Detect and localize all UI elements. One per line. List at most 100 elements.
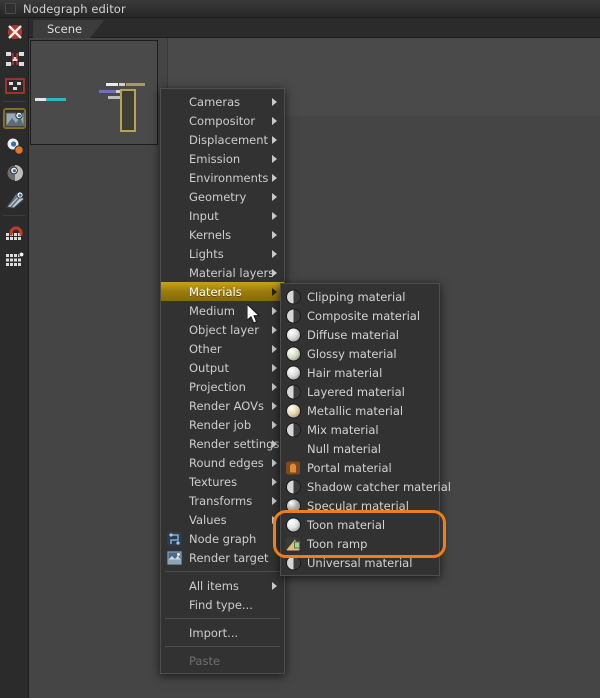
chevron-right-icon (272, 306, 277, 315)
chevron-right-icon (272, 458, 277, 467)
menu-item-render-target[interactable]: Render target (161, 548, 284, 567)
sphere-icon (287, 328, 300, 341)
window-title: Nodegraph editor (23, 1, 126, 16)
menu-item-render-aovs[interactable]: Render AOVs (161, 396, 284, 415)
menu-item-label: Projection (189, 379, 246, 394)
submenu-item-clipping-material[interactable]: Clipping material (281, 287, 439, 306)
toolbar-button-paint-preview[interactable] (0, 186, 29, 213)
submenu-item-diffuse-material[interactable]: Diffuse material (281, 325, 439, 344)
menu-item-label: Other (189, 341, 222, 356)
submenu-item-label: Metallic material (307, 403, 404, 418)
menu-item-geometry[interactable]: Geometry (161, 187, 284, 206)
half-sphere-icon (287, 309, 300, 322)
chevron-right-icon (272, 287, 277, 296)
menu-item-input[interactable]: Input (161, 206, 284, 225)
chevron-right-icon (272, 173, 277, 182)
submenu-item-composite-material[interactable]: Composite material (281, 306, 439, 325)
menu-item-render-settings[interactable]: Render settings (161, 434, 284, 453)
half-sphere-icon (287, 480, 300, 493)
submenu-item-label: Portal material (307, 460, 392, 475)
sphere-icon (287, 366, 300, 379)
menu-item-projection[interactable]: Projection (161, 377, 284, 396)
chevron-right-icon (272, 211, 277, 220)
window-titlebar: Nodegraph editor (0, 0, 600, 18)
menu-item-emission[interactable]: Emission (161, 149, 284, 168)
menu-item-label: Node graph (189, 531, 257, 546)
menu-item-import[interactable]: Import... (161, 623, 284, 642)
half-sphere-icon (287, 423, 300, 436)
menu-item-label: Kernels (189, 227, 232, 242)
submenu-item-specular-material[interactable]: Specular material (281, 496, 439, 515)
submenu-item-label: Diffuse material (307, 327, 399, 342)
menu-item-render-job[interactable]: Render job (161, 415, 284, 434)
menu-item-object-layer[interactable]: Object layer (161, 320, 284, 339)
sphere-preview-icon (4, 163, 25, 182)
menu-item-label: Materials (189, 284, 242, 299)
chevron-right-icon (272, 496, 277, 505)
toolbar-button-snap-magnet[interactable] (0, 219, 29, 246)
chevron-right-icon (272, 97, 277, 106)
node-stub (119, 83, 125, 86)
menu-item-kernels[interactable]: Kernels (161, 225, 284, 244)
menu-item-label: Input (189, 208, 219, 223)
checkbox-icon[interactable] (5, 3, 16, 14)
menu-item-values[interactable]: Values (161, 510, 284, 529)
toolbar-button-material-preview[interactable] (0, 132, 29, 159)
selected-node-box[interactable] (120, 89, 136, 132)
left-toolbar (0, 18, 29, 698)
submenu-item-toon-ramp[interactable]: Toon ramp (281, 534, 439, 553)
submenu-item-portal-material[interactable]: Portal material (281, 458, 439, 477)
submenu-item-hair-material[interactable]: Hair material (281, 363, 439, 382)
submenu-item-layered-material[interactable]: Layered material (281, 382, 439, 401)
nodegraph-view[interactable] (30, 40, 158, 145)
menu-item-displacement[interactable]: Displacement (161, 130, 284, 149)
submenu-item-metallic-material[interactable]: Metallic material (281, 401, 439, 420)
toolbar-button-select-nodes[interactable] (0, 72, 29, 99)
chevron-right-icon (272, 116, 277, 125)
submenu-item-null-material[interactable]: Null material (281, 439, 439, 458)
menu-item-label: Render target (189, 550, 269, 565)
tab-scene[interactable]: Scene (33, 20, 104, 38)
submenu-item-glossy-material[interactable]: Glossy material (281, 344, 439, 363)
toolbar-button-grid[interactable] (0, 246, 29, 273)
menu-item-label: Compositor (189, 113, 256, 128)
submenu-item-mix-material[interactable]: Mix material (281, 420, 439, 439)
toolbar-button-sphere-preview[interactable] (0, 159, 29, 186)
submenu-item-label: Layered material (307, 384, 405, 399)
snap-magnet-icon (4, 223, 25, 242)
materials-submenu[interactable]: Clipping material Composite material Diffu… (280, 283, 451, 576)
submenu-item-toon-material[interactable]: Toon material (281, 515, 439, 534)
menu-item-materials[interactable]: Materials (161, 282, 284, 301)
menu-item-label: All items (189, 578, 239, 593)
menu-item-all-items[interactable]: All items (161, 576, 284, 595)
menu-item-cameras[interactable]: Cameras (161, 92, 284, 111)
menu-item-lights[interactable]: Lights (161, 244, 284, 263)
menu-item-medium[interactable]: Medium (161, 301, 284, 320)
sphere-icon (287, 347, 300, 360)
menu-item-label: Round edges (189, 455, 264, 470)
menu-item-environments[interactable]: Environments (161, 168, 284, 187)
toolbar-button-arrange-nodes[interactable] (0, 45, 29, 72)
context-menu[interactable]: Cameras Compositor Displacement Emission Env… (160, 88, 285, 674)
menu-item-round-edges[interactable]: Round edges (161, 453, 284, 472)
show-preview-icon (3, 108, 26, 129)
node-graph-icon (167, 531, 182, 546)
chevron-right-icon (272, 344, 277, 353)
menu-item-label: Render AOVs (189, 398, 264, 413)
menu-item-find-type[interactable]: Find type... (161, 595, 284, 614)
menu-item-output[interactable]: Output (161, 358, 284, 377)
arrange-nodes-icon (4, 49, 25, 68)
menu-item-other[interactable]: Other (161, 339, 284, 358)
menu-item-node-graph[interactable]: Node graph (161, 529, 284, 548)
menu-separator (165, 618, 280, 619)
menu-item-transforms[interactable]: Transforms (161, 491, 284, 510)
menu-item-label: Textures (189, 474, 238, 489)
menu-item-textures[interactable]: Textures (161, 472, 284, 491)
menu-item-compositor[interactable]: Compositor (161, 111, 284, 130)
menu-item-material-layers[interactable]: Material layers (161, 263, 284, 282)
submenu-item-universal-material[interactable]: Universal material (281, 553, 439, 572)
submenu-item-shadow-catcher-material[interactable]: Shadow catcher material (281, 477, 451, 496)
node-stub (106, 83, 118, 86)
toolbar-button-show-preview[interactable] (0, 105, 29, 132)
toolbar-button-reset-view[interactable] (0, 18, 29, 45)
